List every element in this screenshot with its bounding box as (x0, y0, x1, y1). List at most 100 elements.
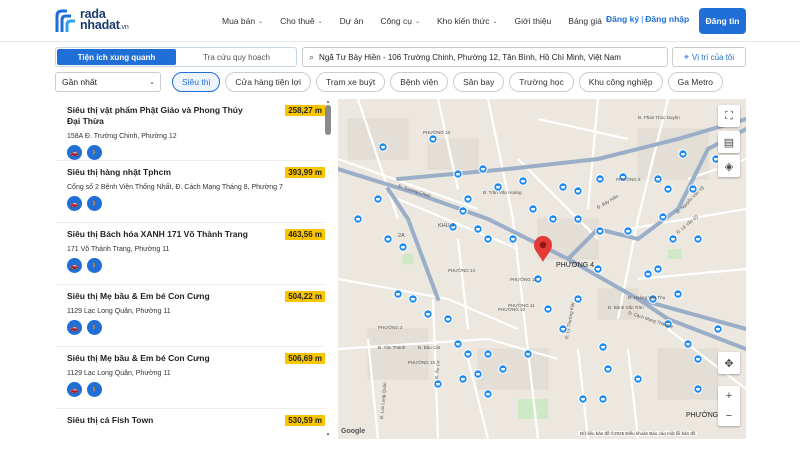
supermarket-poi-marker[interactable] (518, 176, 528, 186)
supermarket-poi-marker[interactable] (678, 149, 688, 159)
category-chip[interactable]: Trường học (509, 72, 574, 92)
supermarket-poi-marker[interactable] (693, 384, 703, 394)
supermarket-poi-marker[interactable] (633, 374, 643, 384)
supermarket-poi-marker[interactable] (473, 369, 483, 379)
result-name[interactable]: Siêu thị Bách hóa XANH 171 Võ Thành Tran… (67, 229, 257, 240)
post-listing-button[interactable]: Đăng tin (699, 8, 746, 34)
supermarket-poi-marker[interactable] (668, 234, 678, 244)
supermarket-poi-marker[interactable] (483, 349, 493, 359)
supermarket-poi-marker[interactable] (383, 234, 393, 244)
supermarket-poi-marker[interactable] (528, 204, 538, 214)
supermarket-poi-marker[interactable] (523, 349, 533, 359)
supermarket-poi-marker[interactable] (598, 342, 608, 352)
category-chip[interactable]: Siêu thị (172, 72, 221, 92)
walk-route-icon[interactable]: 🚶 (87, 196, 102, 211)
supermarket-poi-marker[interactable] (483, 389, 493, 399)
results-list[interactable]: Siêu thị vật phẩm Phật Giáo và Phong Thủ… (55, 99, 333, 439)
result-name[interactable]: Siêu thị Mẹ bầu & Em bé Con Cưng (67, 291, 257, 302)
register-link[interactable]: Đăng ký (606, 14, 639, 24)
result-item[interactable]: Siêu thị Mẹ bầu & Em bé Con Cưng 504,22 m… (55, 285, 325, 347)
supermarket-poi-marker[interactable] (653, 264, 663, 274)
supermarket-poi-marker[interactable] (595, 226, 605, 236)
result-name[interactable]: Siêu thị vật phẩm Phật Giáo và Phong Thủ… (67, 105, 257, 127)
walk-route-icon[interactable]: 🚶 (87, 258, 102, 273)
supermarket-poi-marker[interactable] (713, 324, 723, 334)
supermarket-poi-marker[interactable] (498, 364, 508, 374)
supermarket-poi-marker[interactable] (673, 289, 683, 299)
supermarket-poi-marker[interactable] (373, 194, 383, 204)
car-route-icon[interactable]: 🚗 (67, 320, 82, 335)
supermarket-poi-marker[interactable] (693, 234, 703, 244)
category-chip[interactable]: Sân bay (453, 72, 505, 92)
my-location-button[interactable]: ⌖ Vị trí của tôi (672, 47, 746, 67)
nav-item[interactable]: Dự án (340, 16, 364, 26)
supermarket-poi-marker[interactable] (643, 269, 653, 279)
category-chip[interactable]: Cửa hàng tiện lợi (225, 72, 311, 92)
supermarket-poi-marker[interactable] (483, 234, 493, 244)
car-route-icon[interactable]: 🚗 (67, 145, 82, 160)
nav-item[interactable]: Bảng giá (568, 16, 602, 26)
nav-item[interactable]: Kho kiến thức ⌄ (437, 16, 498, 26)
nav-item[interactable]: Công cụ ⌄ (380, 16, 420, 26)
supermarket-poi-marker[interactable] (458, 374, 468, 384)
supermarket-poi-marker[interactable] (603, 364, 613, 374)
result-item[interactable]: Siêu thị Bách hóa XANH 171 Võ Thành Tran… (55, 223, 325, 285)
supermarket-poi-marker[interactable] (558, 182, 568, 192)
supermarket-poi-marker[interactable] (473, 224, 483, 234)
sort-select[interactable]: Gần nhất ⌄ (55, 72, 161, 92)
supermarket-poi-marker[interactable] (353, 214, 363, 224)
car-route-icon[interactable]: 🚗 (67, 196, 82, 211)
tab-nearby-amenities[interactable]: Tiện ích xung quanh (57, 49, 176, 65)
fullscreen-icon[interactable]: ⛶ (718, 105, 740, 127)
supermarket-poi-marker[interactable] (398, 242, 408, 252)
results-scrollbar[interactable]: ▲ ▼ (325, 99, 331, 439)
supermarket-poi-marker[interactable] (543, 304, 553, 314)
supermarket-poi-marker[interactable] (478, 164, 488, 174)
supermarket-poi-marker[interactable] (443, 314, 453, 324)
supermarket-poi-marker[interactable] (428, 134, 438, 144)
supermarket-poi-marker[interactable] (658, 212, 668, 222)
result-item[interactable]: Siêu thị vật phẩm Phật Giáo và Phong Thủ… (55, 99, 325, 161)
car-route-icon[interactable]: 🚗 (67, 258, 82, 273)
supermarket-poi-marker[interactable] (578, 394, 588, 404)
walk-route-icon[interactable]: 🚶 (87, 382, 102, 397)
result-name[interactable]: Siêu thị Mẹ bầu & Em bé Con Cưng (67, 353, 257, 364)
supermarket-poi-marker[interactable] (458, 206, 468, 216)
supermarket-poi-marker[interactable] (433, 379, 443, 389)
supermarket-poi-marker[interactable] (423, 309, 433, 319)
supermarket-poi-marker[interactable] (378, 142, 388, 152)
supermarket-poi-marker[interactable] (693, 354, 703, 364)
supermarket-poi-marker[interactable] (463, 194, 473, 204)
result-item[interactable]: Siêu thị cá Fish Town530,59 m🚗🚶 (55, 409, 325, 439)
supermarket-poi-marker[interactable] (573, 294, 583, 304)
supermarket-poi-marker[interactable] (683, 339, 693, 349)
supermarket-poi-marker[interactable] (548, 214, 558, 224)
login-link[interactable]: Đăng nhập (645, 14, 689, 24)
scroll-down-arrow[interactable]: ▼ (325, 432, 331, 438)
result-name[interactable]: Siêu thị cá Fish Town (67, 415, 257, 426)
walk-route-icon[interactable]: 🚶 (87, 320, 102, 335)
supermarket-poi-marker[interactable] (663, 184, 673, 194)
supermarket-poi-marker[interactable] (573, 214, 583, 224)
nav-item[interactable]: Mua bán ⌄ (222, 16, 263, 26)
category-chip[interactable]: Bệnh viện (390, 72, 449, 92)
map-view[interactable]: PHƯỜNG 4 PHƯỜNG 12 PHƯỜNG 13 PHƯỜNG 14 PHƯỜN… (338, 99, 746, 439)
scrollbar-thumb[interactable] (325, 105, 331, 135)
supermarket-poi-marker[interactable] (595, 174, 605, 184)
supermarket-poi-marker[interactable] (573, 186, 583, 196)
car-route-icon[interactable]: 🚗 (67, 382, 82, 397)
supermarket-poi-marker[interactable] (408, 294, 418, 304)
category-chip[interactable]: Khu công nghiệp (578, 72, 663, 92)
supermarket-poi-marker[interactable] (623, 226, 633, 236)
result-item[interactable]: Siêu thị hàng nhật Tphcm 393,99 m Cổng số … (55, 161, 325, 223)
walk-route-icon[interactable]: 🚶 (87, 145, 102, 160)
pan-control-icon[interactable]: ✥ (718, 352, 740, 374)
address-search-input[interactable]: ⌕ Ngã Tư Bảy Hiền - 106 Trường Chinh, Ph… (302, 47, 668, 67)
supermarket-poi-marker[interactable] (453, 169, 463, 179)
supermarket-poi-marker[interactable] (453, 339, 463, 349)
supermarket-poi-marker[interactable] (593, 264, 603, 274)
supermarket-poi-marker[interactable] (393, 289, 403, 299)
supermarket-poi-marker[interactable] (463, 349, 473, 359)
tab-zoning-lookup[interactable]: Tra cứu quy hoạch (177, 48, 296, 66)
nav-item[interactable]: Giới thiệu (515, 16, 552, 26)
